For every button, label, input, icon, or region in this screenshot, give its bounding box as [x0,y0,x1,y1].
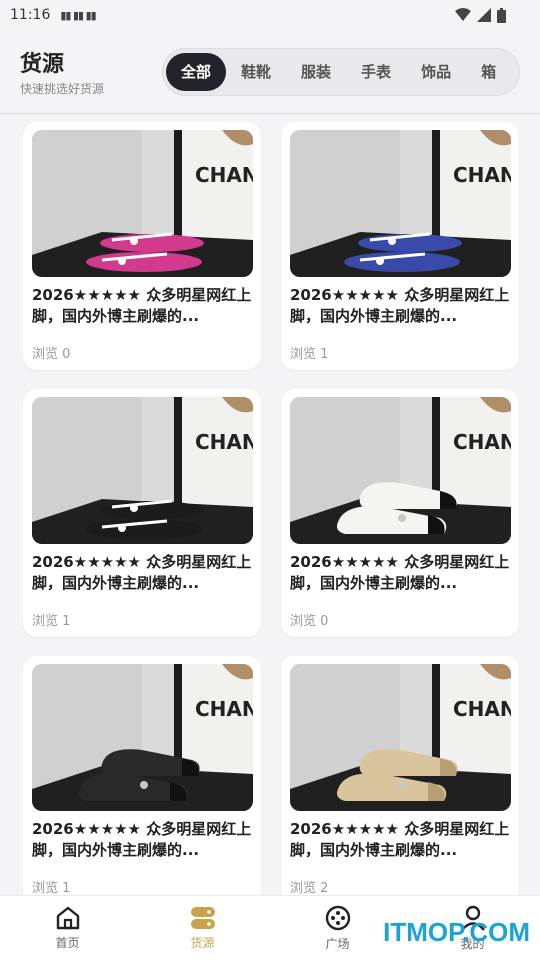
home-icon [56,906,79,929]
tab-bags[interactable]: 箱 [466,53,511,91]
brand: 货源 快速挑选好货源 [20,46,162,97]
product-grid: CHAN 2026★★★★★ 众多明星网红上脚，国内外博主刷爆的... 浏览 0… [23,122,519,904]
svg-text:CHAN: CHAN [195,697,253,721]
nav-home[interactable]: 首页 [0,896,135,960]
svg-text:CHAN: CHAN [453,697,511,721]
product-image: CHAN [290,397,511,544]
nav-plaza-label: 广场 [325,936,350,951]
view-count: 浏览 2 [290,881,329,896]
header: 货源 快速挑选好货源 全部 鞋靴 服装 手表 饰品 箱 [0,30,540,113]
product-image: CHAN [32,664,253,811]
bottom-nav: 首页 货源 广场 我的 ITMOP.COM [0,895,540,960]
product-card[interactable]: CHAN 2026★★★★★ 众多明星网红上脚，国内外博主刷爆的... 浏览 2 [281,656,519,904]
tab-all[interactable]: 全部 [166,52,227,91]
page-subtitle: 快速挑选好货源 [20,82,105,96]
view-count: 浏览 0 [290,614,329,629]
battery-icon [497,7,506,23]
product-image: CHAN [32,397,253,544]
product-title: 2026★★★★★ 众多明星网红上脚，国内外博主刷爆的... [290,286,510,325]
view-count: 浏览 1 [290,347,329,362]
product-card[interactable]: CHAN 2026★★★★★ 众多明星网红上脚，国内外博主刷爆的... 浏览 0 [281,389,519,637]
status-time: 11:16 [10,7,51,23]
view-count: 浏览 0 [32,347,71,362]
category-tabs: 全部 鞋靴 服装 手表 饰品 箱 [162,47,520,96]
svg-text:CHAN: CHAN [453,430,511,454]
product-image: CHAN [290,664,511,811]
header-divider [0,113,540,114]
status-bar: 11:16 ▮▮ ▮▮ ▮▮ [0,0,540,30]
wifi-icon [455,8,471,21]
product-image: CHAN [290,130,511,277]
tab-jewelry[interactable]: 饰品 [406,53,466,91]
product-title: 2026★★★★★ 众多明星网红上脚，国内外博主刷爆的... [290,820,510,859]
product-card[interactable]: CHAN 2026★★★★★ 众多明星网红上脚，国内外博主刷爆的... 浏览 1 [281,122,519,370]
product-title: 2026★★★★★ 众多明星网红上脚，国内外博主刷爆的... [32,553,252,592]
watermark: ITMOP.COM [383,917,530,947]
plaza-icon [325,905,350,930]
nav-sources-label: 货源 [190,935,215,950]
tab-clothing[interactable]: 服装 [286,53,346,91]
page-title: 货源 [20,52,65,77]
svg-text:CHAN: CHAN [195,430,253,454]
product-card[interactable]: CHAN 2026★★★★★ 众多明星网红上脚，国内外博主刷爆的... 浏览 1 [23,389,261,637]
product-title: 2026★★★★★ 众多明星网红上脚，国内外博主刷爆的... [32,286,252,325]
nav-home-label: 首页 [55,935,80,950]
view-count: 浏览 1 [32,881,71,896]
product-title: 2026★★★★★ 众多明星网红上脚，国内外博主刷爆的... [290,553,510,592]
product-title: 2026★★★★★ 众多明星网红上脚，国内外博主刷爆的... [32,820,252,859]
svg-text:CHAN: CHAN [453,163,511,187]
svg-text:CHAN: CHAN [195,163,253,187]
tab-shoes[interactable]: 鞋靴 [226,53,286,91]
nav-sources[interactable]: 货源 [135,896,270,960]
product-card[interactable]: CHAN 2026★★★★★ 众多明星网红上脚，国内外博主刷爆的... 浏览 0 [23,122,261,370]
signal-icon [477,8,491,22]
database-icon [190,906,215,929]
tab-watches[interactable]: 手表 [346,53,406,91]
product-card[interactable]: CHAN 2026★★★★★ 众多明星网红上脚，国内外博主刷爆的... 浏览 1 [23,656,261,904]
product-image: CHAN [32,130,253,277]
view-count: 浏览 1 [32,614,71,629]
notification-indicators: ▮▮ ▮▮ ▮▮ [60,8,96,22]
